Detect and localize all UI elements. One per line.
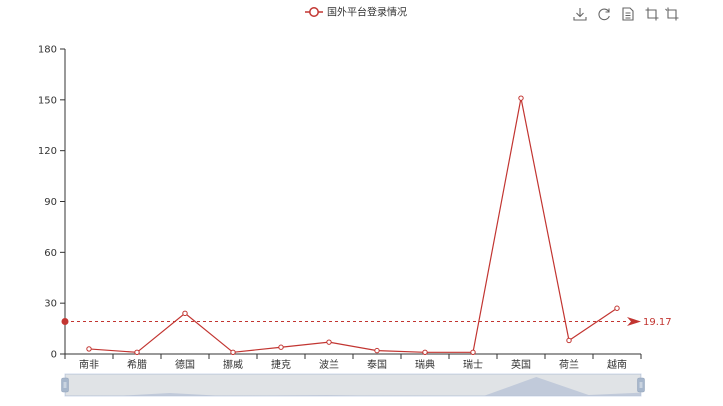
series-group xyxy=(86,95,620,356)
x-tick-label: 瑞典 xyxy=(415,358,435,371)
data-point[interactable] xyxy=(614,305,620,311)
legend-circle-symbol xyxy=(309,7,319,17)
zoom-icon[interactable] xyxy=(645,7,659,21)
x-tick-label: 波兰 xyxy=(319,358,339,371)
data-point[interactable] xyxy=(182,310,188,317)
data-zoom-left-handle[interactable] xyxy=(61,377,69,393)
legend-label: 国外平台登录情况 xyxy=(327,6,407,19)
x-tick-label: 南非 xyxy=(79,358,99,371)
y-tick-label: 180 xyxy=(38,45,57,56)
x-tick-label: 荷兰 xyxy=(559,358,579,371)
data-point[interactable] xyxy=(374,347,380,354)
zoom-reset-icon[interactable] xyxy=(665,7,679,21)
x-tick-label: 挪威 xyxy=(223,358,243,371)
x-tick-label: 英国 xyxy=(511,358,531,371)
data-point[interactable] xyxy=(470,349,476,356)
x-tick-label: 捷克 xyxy=(271,358,291,371)
x-tick-label: 德国 xyxy=(175,358,195,371)
save-as-image-icon[interactable] xyxy=(573,7,587,21)
y-tick-label: 150 xyxy=(38,95,57,106)
mark-line-arrow xyxy=(627,317,641,327)
data-zoom-slider[interactable] xyxy=(61,373,645,397)
data-point[interactable] xyxy=(86,346,92,352)
data-point[interactable] xyxy=(566,337,572,344)
toolbox xyxy=(573,7,679,21)
data-point[interactable] xyxy=(518,95,524,101)
x-tick-label: 瑞士 xyxy=(463,358,483,371)
y-tick-label: 30 xyxy=(44,299,57,310)
series-line xyxy=(88,98,618,353)
line-chart: 国外平台登录情况 0 30 60 90 120 150 180 南非 希腊 德国… xyxy=(0,0,723,402)
data-zoom-right-handle[interactable] xyxy=(637,377,645,393)
x-tick-label: 泰国 xyxy=(367,358,387,371)
restore-icon[interactable] xyxy=(597,7,611,21)
data-point[interactable] xyxy=(422,349,428,356)
data-point[interactable] xyxy=(326,339,332,345)
data-zoom-window[interactable] xyxy=(65,374,641,396)
average-mark-line: 19.17 xyxy=(61,317,672,328)
data-point[interactable] xyxy=(278,344,284,350)
legend[interactable]: 国外平台登录情况 xyxy=(305,6,407,19)
x-tick-label: 希腊 xyxy=(127,358,147,371)
y-axis: 0 30 60 90 120 150 180 xyxy=(38,45,66,361)
x-axis: 南非 希腊 德国 挪威 捷克 波兰 泰国 瑞典 瑞士 英国 荷兰 越南 xyxy=(64,353,642,371)
y-tick-label: 90 xyxy=(44,197,57,208)
data-view-icon[interactable] xyxy=(621,7,635,21)
data-point[interactable] xyxy=(134,349,140,356)
y-tick-label: 60 xyxy=(44,248,57,259)
data-point[interactable] xyxy=(230,349,236,356)
x-tick-label: 越南 xyxy=(607,358,627,371)
y-tick-label: 120 xyxy=(38,146,57,157)
y-tick-label: 0 xyxy=(51,350,57,361)
mark-line-label: 19.17 xyxy=(643,317,672,328)
chart-svg: 国外平台登录情况 0306090120150180 南非 希腊 德国 挪威 捷克… xyxy=(38,6,679,397)
